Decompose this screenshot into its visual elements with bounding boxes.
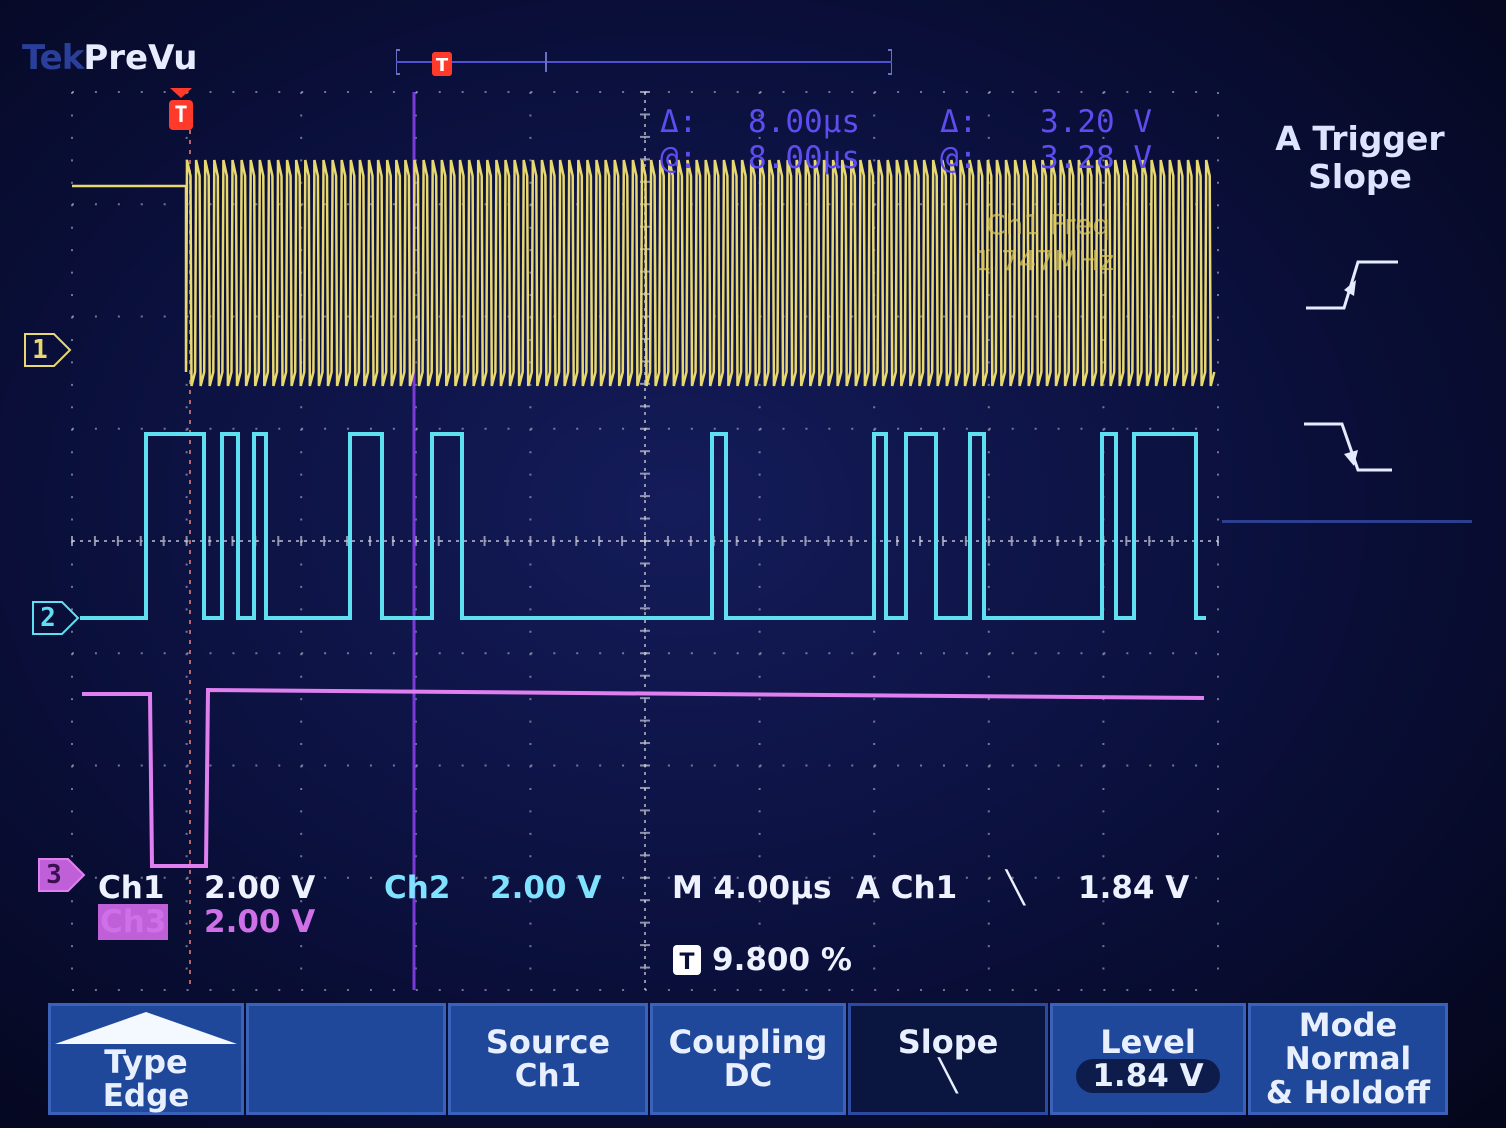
ch1-readout-scale: 2.00 V (204, 870, 316, 906)
ch2-waveform (80, 432, 1206, 620)
ch1-marker-label: 1 (32, 335, 48, 365)
volt-delta-label: Δ: (940, 104, 978, 140)
ch2-marker-label: 2 (40, 603, 56, 633)
trigger-position-icon: T (672, 944, 702, 976)
type-button-label: Type (104, 1043, 188, 1081)
measurement-value: 1.747MHz (974, 244, 1115, 277)
falling-edge-icon (1304, 422, 1392, 472)
side-menu-title-line1: A Trigger (1275, 119, 1445, 158)
trigger-marker[interactable]: T (168, 88, 194, 134)
side-menu-divider (1222, 520, 1472, 523)
oscilloscope-screen: TekPreVu T T 1 2 3 Δ: 8.00µs Δ: 3.20 V @… (0, 0, 1506, 1128)
ch2-ground-marker[interactable]: 2 (32, 601, 80, 635)
slope-button[interactable]: Slope ╲ (848, 1003, 1048, 1115)
ch1-ground-marker[interactable]: 1 (24, 333, 72, 367)
time-at-label: @: (660, 140, 698, 176)
slope-button-label: Slope (897, 1023, 999, 1061)
mode-button-value2: & Holdoff (1265, 1075, 1431, 1111)
coupling-button-value: DC (723, 1058, 773, 1094)
source-button-value: Ch1 (514, 1058, 582, 1094)
trigger-slope-icon: ╲ (1006, 870, 1025, 906)
ch1-readout-name: Ch1 (98, 870, 165, 906)
ch3-ground-marker[interactable]: 3 (38, 858, 86, 892)
level-button[interactable]: Level 1.84 V (1050, 1003, 1246, 1115)
time-at-value: 8.00µs (748, 140, 860, 176)
trigger-level-readout: 1.84 V (1078, 870, 1190, 906)
source-button[interactable]: Source Ch1 (448, 1003, 648, 1115)
ch3-readout-name: Ch3 (98, 904, 169, 940)
volt-delta-value: 3.20 V (1040, 104, 1152, 140)
mode-button-value: Normal (1284, 1041, 1412, 1077)
timebase-readout: M 4.00µs (672, 870, 832, 906)
ch2-readout-name: Ch2 (384, 870, 451, 906)
rising-edge-icon (1306, 260, 1398, 310)
mode-holdoff-button[interactable]: Mode Normal & Holdoff (1248, 1003, 1448, 1115)
type-button[interactable]: Type Edge (48, 1003, 244, 1115)
ch3-waveform (82, 687, 1205, 868)
coupling-button[interactable]: Coupling DC (650, 1003, 846, 1115)
svg-text:T: T (679, 950, 694, 975)
volt-at-value: 3.28 V (1040, 140, 1152, 176)
blank-softkey[interactable] (246, 1003, 446, 1115)
side-menu-title: A Trigger Slope (1240, 120, 1480, 196)
trigger-source-readout: A Ch1 (856, 870, 958, 906)
ch3-readout-scale: 2.00 V (204, 904, 316, 940)
measurement-label: Ch1 Freq (986, 208, 1110, 241)
falling-slope-option[interactable] (1296, 412, 1406, 482)
slope-button-value: ╲ (938, 1058, 958, 1094)
menu-up-arrow-icon (55, 1012, 237, 1044)
mode-button-label: Mode (1298, 1006, 1398, 1044)
coupling-button-label: Coupling (668, 1023, 828, 1061)
type-button-value: Edge (102, 1078, 190, 1114)
side-menu-title-line2: Slope (1308, 157, 1412, 196)
ch2-readout-scale: 2.00 V (490, 870, 602, 906)
source-button-label: Source (485, 1023, 611, 1061)
level-button-label: Level (1100, 1023, 1196, 1061)
trigger-position-readout: 9.800 % (712, 942, 852, 978)
trigger-marker-label: T (174, 102, 188, 128)
rising-slope-option[interactable] (1296, 250, 1406, 320)
time-delta-value: 8.00µs (748, 104, 860, 140)
level-button-value: 1.84 V (1076, 1059, 1220, 1093)
time-delta-label: Δ: (660, 104, 698, 140)
ch3-marker-label: 3 (46, 860, 62, 890)
volt-at-label: @: (940, 140, 978, 176)
